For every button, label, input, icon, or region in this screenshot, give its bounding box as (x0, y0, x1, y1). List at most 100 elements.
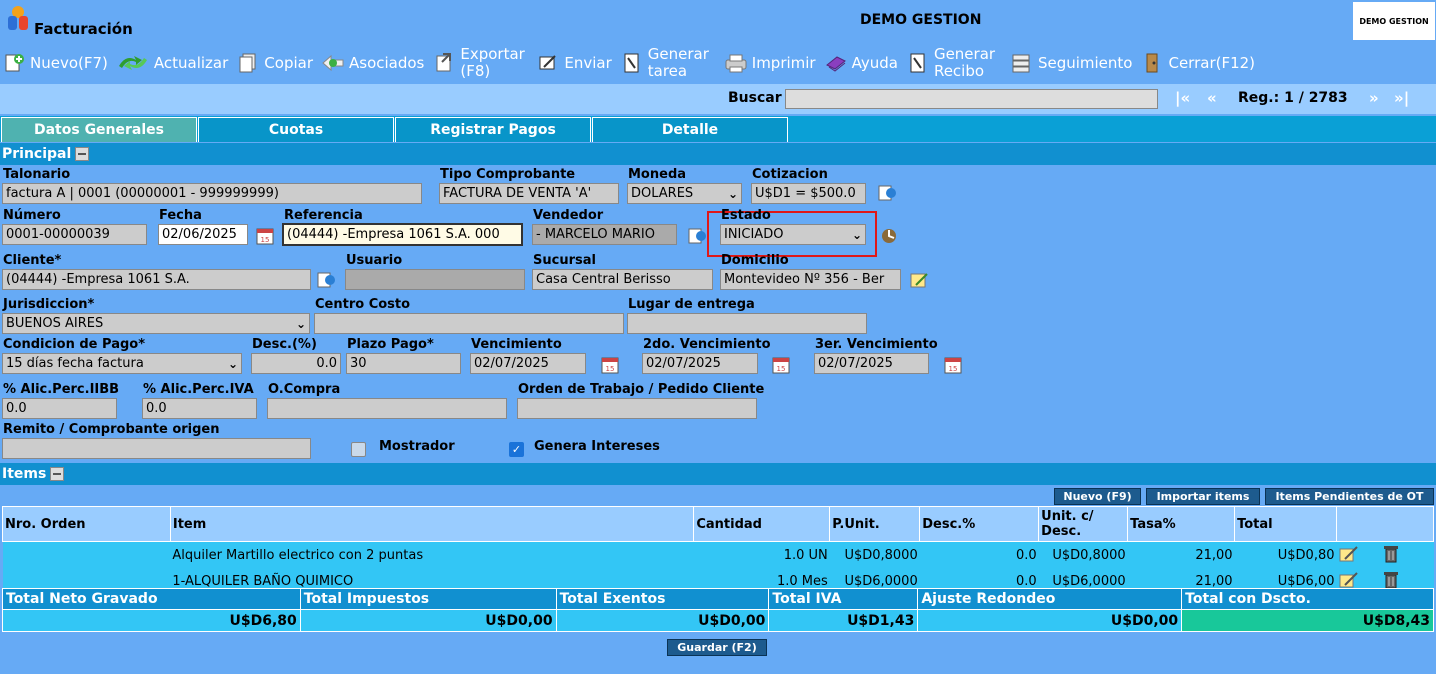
collapse-items-icon[interactable] (50, 467, 65, 481)
col-item[interactable]: Item (169, 506, 695, 542)
associated-button[interactable]: Asociados (321, 51, 424, 75)
tab-datos-generales[interactable]: Datos Generales (1, 117, 197, 142)
col-actions (1336, 506, 1434, 542)
vencimiento-field[interactable]: 02/07/2025 (470, 353, 586, 374)
estado-select[interactable]: INICIADO ⌄ (720, 224, 866, 245)
delete-icon[interactable] (1381, 569, 1401, 589)
col-cantidad[interactable]: Cantidad (693, 506, 831, 542)
iva-field[interactable]: 0.0 (142, 398, 257, 419)
vendedor-search-icon[interactable] (686, 225, 708, 247)
prev-record-button[interactable]: « (1207, 89, 1217, 107)
cell-actions (1336, 541, 1434, 568)
jurisdiccion-select[interactable]: BUENOS AIRES ⌄ (2, 313, 310, 334)
col-unit-desc[interactable]: Unit. c/ Desc. (1038, 506, 1129, 542)
search-label: Buscar (728, 90, 782, 106)
chevron-down-icon: ⌄ (727, 186, 738, 201)
iibb-field[interactable]: 0.0 (2, 398, 117, 419)
edit-address-icon[interactable] (908, 269, 930, 291)
vencimiento3-field[interactable]: 02/07/2025 (814, 353, 929, 374)
total-iva-label: Total IVA (768, 588, 919, 610)
totals-values-row: U$D6,80 U$D0,00 U$D0,00 U$D1,43 U$D0,00 … (2, 609, 1434, 632)
vendedor-field[interactable]: - MARCELO MARIO (532, 224, 677, 245)
chevron-down-icon: ⌄ (295, 316, 306, 331)
cliente-field[interactable]: (04444) -Empresa 1061 S.A. (2, 269, 311, 290)
genera-intereses-checkbox[interactable]: ✓ (509, 442, 524, 457)
refresh-button[interactable]: Actualizar (116, 51, 228, 75)
usuario-label: Usuario (346, 253, 403, 268)
items-header-row: Nro. Orden Item Cantidad P.Unit. Desc.% … (2, 506, 1434, 542)
help-button[interactable]: Ayuda (824, 51, 898, 75)
first-record-button[interactable]: |« (1175, 89, 1190, 107)
talonario-field[interactable]: factura A | 0001 (00000001 - 999999999) (2, 183, 422, 204)
pending-items-button[interactable]: Items Pendientes de OT (1265, 488, 1434, 505)
ajuste-redondeo-value: U$D0,00 (917, 609, 1183, 632)
new-item-button[interactable]: Nuevo (F9) (1054, 488, 1141, 505)
lugar-entrega-field[interactable] (627, 313, 867, 334)
tipo-comprobante-field[interactable]: FACTURA DE VENTA 'A' (439, 183, 619, 204)
tab-registrar-pagos[interactable]: Registrar Pagos (395, 117, 591, 142)
domicilio-label: Domicilio (721, 253, 789, 268)
col-nro-orden[interactable]: Nro. Orden (2, 506, 171, 542)
calendar-icon[interactable]: 15 (254, 225, 276, 247)
referencia-field[interactable]: (04444) -Empresa 1061 S.A. 000 (282, 223, 523, 246)
descuento-field[interactable]: 0.0 (251, 353, 341, 374)
import-items-button[interactable]: Importar items (1146, 488, 1260, 505)
refresh-quote-icon[interactable] (876, 182, 898, 204)
sucursal-field[interactable]: Casa Central Berisso (532, 269, 713, 290)
tracking-button[interactable]: Seguimiento (1010, 51, 1132, 75)
cotizacion-field[interactable]: U$D1 = $500.0 (751, 183, 866, 204)
numero-field[interactable]: 0001-00000039 (2, 224, 147, 245)
talonario-label: Talonario (3, 167, 71, 182)
col-punit[interactable]: P.Unit. (829, 506, 921, 542)
cliente-search-icon[interactable] (315, 269, 337, 291)
col-tasa[interactable]: Tasa% (1127, 506, 1236, 542)
close-button[interactable]: Cerrar(F12) (1140, 51, 1255, 75)
centro-costo-field[interactable] (314, 313, 624, 334)
domicilio-field[interactable]: Montevideo Nº 356 - Ber (720, 269, 901, 290)
fecha-field[interactable]: 02/06/2025 (158, 224, 248, 245)
col-total[interactable]: Total (1234, 506, 1337, 542)
calendar-icon[interactable]: 15 (942, 354, 964, 376)
copy-button[interactable]: Copiar (236, 51, 313, 75)
orden-trabajo-field[interactable] (517, 398, 757, 419)
tab-detalle[interactable]: Detalle (592, 117, 788, 142)
print-button[interactable]: Imprimir (724, 51, 816, 75)
generate-task-button[interactable]: Generar tarea (620, 46, 716, 80)
ocompra-field[interactable] (267, 398, 507, 419)
mostrador-checkbox[interactable] (351, 442, 366, 457)
total-impuestos-label: Total Impuestos (299, 588, 557, 610)
usuario-field[interactable] (345, 269, 525, 290)
export-button[interactable]: Exportar (F8) (432, 46, 528, 80)
generate-receipt-button[interactable]: Generar Recibo (906, 46, 1002, 80)
calendar-icon[interactable]: 15 (599, 354, 621, 376)
remito-field[interactable] (2, 438, 311, 459)
estado-history-icon[interactable] (878, 225, 900, 247)
cell-desc: 0.0 (919, 541, 1039, 568)
edit-icon[interactable] (1339, 571, 1359, 589)
condicion-pago-select[interactable]: 15 días fecha factura ⌄ (2, 353, 242, 374)
vencimiento2-field[interactable]: 02/07/2025 (642, 353, 758, 374)
next-record-button[interactable]: » (1369, 89, 1379, 107)
send-button[interactable]: Enviar (536, 51, 612, 75)
table-row[interactable]: Alquiler Martillo electrico con 2 puntas… (2, 541, 1434, 568)
new-button[interactable]: Nuevo(F7) (2, 51, 108, 75)
copy-icon (236, 51, 260, 75)
last-record-button[interactable]: »| (1394, 89, 1409, 107)
moneda-select[interactable]: DOLARES ⌄ (627, 183, 742, 204)
save-button[interactable]: Guardar (F2) (667, 639, 767, 656)
plazo-pago-field[interactable]: 30 (346, 353, 461, 374)
svg-text:15: 15 (777, 365, 786, 373)
app-title: Facturación (34, 20, 133, 38)
tab-cuotas[interactable]: Cuotas (198, 117, 394, 142)
cell-cantidad: 1.0 UN (693, 541, 830, 568)
delete-icon[interactable] (1381, 543, 1401, 563)
collapse-principal-icon[interactable] (75, 147, 90, 161)
edit-icon[interactable] (1339, 545, 1359, 563)
total-exentos-label: Total Exentos (555, 588, 770, 610)
calendar-icon[interactable]: 15 (770, 354, 792, 376)
col-desc[interactable]: Desc.% (919, 506, 1040, 542)
remito-label: Remito / Comprobante origen (3, 422, 220, 437)
search-input[interactable] (785, 89, 1158, 109)
cell-orden (2, 541, 171, 568)
condicion-pago-label: Condicion de Pago* (3, 337, 145, 352)
